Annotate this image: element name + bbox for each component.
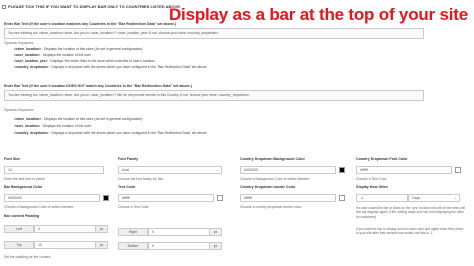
font-size-label: Font Size (4, 157, 20, 161)
country-dropdown-font-label: Country Dropdown Font Color (356, 157, 408, 161)
country-dropdown-bg-swatch[interactable] (339, 167, 345, 173)
country-dropdown-font-input[interactable]: #ffffff (356, 166, 452, 174)
padding-right-unit: px (210, 228, 222, 236)
bar-background-color-swatch[interactable] (103, 195, 109, 201)
country-dropdown-font-swatch[interactable] (455, 167, 461, 173)
bar-background-color-label: Bar Background Color (4, 185, 43, 189)
country-dropdown-border-label: Country Dropdown border Color (240, 185, 296, 189)
text-color-input[interactable]: #ffffff (118, 194, 214, 202)
display-only-listed-countries-label: PLEASE TICK THIS IF YOU WANT TO DISPLAY … (8, 4, 181, 9)
bar-text-nomatch-textarea[interactable]: You are viewing our <store_location> sto… (4, 90, 424, 101)
display-only-listed-countries-checkbox[interactable] (2, 4, 6, 9)
keyword-user-location: <user_location> : Displays the location … (14, 53, 92, 57)
bar-padding-label: Bar content Padding (4, 214, 40, 218)
country-dropdown-bg-label: Country Dropdown Background Color (240, 157, 305, 161)
padding-bottom-input[interactable]: 0 (148, 242, 210, 250)
font-family-select[interactable]: Arial ⌄ (118, 166, 222, 174)
padding-left-unit: px (96, 225, 108, 233)
chevron-down-icon: ⌄ (453, 195, 457, 200)
font-size-help: Enter the font size in pixels. (4, 177, 46, 181)
bar-background-color-help: Choose a Background Color of select elem… (4, 205, 75, 209)
padding-left-input[interactable]: 0 (34, 225, 96, 233)
keyword-country-dropdown: <country_dropdown> : Displays a dropdown… (14, 65, 208, 69)
keyword-user-location: <user_location> : Displays the location … (14, 124, 92, 128)
display-how-often-help-2: If you want the bar to display once for … (356, 227, 464, 236)
text-color-help: Choose a Text Color. (118, 205, 150, 209)
padding-right-label: Right (118, 228, 148, 236)
country-dropdown-bg-input[interactable]: #000000 (240, 166, 336, 174)
bar-padding-help: Set the padding for the content. (4, 255, 52, 259)
font-family-label: Font Family (118, 157, 139, 161)
bar-background-color-input[interactable]: #000000 (4, 194, 100, 202)
country-dropdown-font-help: Choose a Text Color. (356, 177, 388, 181)
keyword-store-location: <store_location> : Displays the location… (14, 117, 144, 121)
dynamic-keywords-label: Dynamic Keywords: (4, 41, 34, 45)
display-how-often-unit-select[interactable]: Days ⌄ (408, 194, 460, 202)
country-dropdown-border-swatch[interactable] (339, 195, 345, 201)
display-how-often-help: If a user closes the bar or clicks on th… (356, 206, 466, 219)
font-family-help: Choose the font family for Bar. (118, 177, 164, 181)
font-size-input[interactable]: 14 (4, 166, 104, 174)
chevron-down-icon: ⌄ (215, 167, 219, 172)
keyword-store-location: <store_location> : Displays the location… (14, 47, 144, 51)
banner-annotation: Display as a bar at the top of your site (168, 5, 468, 24)
display-how-often-label: Display How Often (356, 185, 388, 189)
display-only-listed-countries-row: PLEASE TICK THIS IF YOU WANT TO DISPLAY … (2, 4, 181, 9)
bar-text-nomatch-label: Enter Bar Text (If the user's location D… (4, 84, 192, 88)
bar-text-match-textarea[interactable]: You are viewing our <store_location> sto… (4, 28, 424, 39)
dynamic-keywords-label: Dynamic Keywords: (4, 108, 34, 112)
padding-bottom-label: Bottom (118, 242, 148, 250)
keyword-user-location-yes: <user_location_yes> : Displays Yes which… (14, 59, 156, 63)
padding-bottom-unit: px (210, 242, 222, 250)
text-color-label: Text Color (118, 185, 136, 189)
padding-top-label: Top (4, 241, 34, 249)
padding-top-unit: px (96, 241, 108, 249)
country-dropdown-border-help: Choose a country dropdown border color. (240, 205, 303, 209)
padding-right-input[interactable]: 0 (148, 228, 210, 236)
bar-text-match-label: Enter Bar Text (If the user's location m… (4, 22, 177, 26)
keyword-country-dropdown: <country_dropdown> : Displays a dropdown… (14, 131, 208, 135)
text-color-swatch[interactable] (217, 195, 223, 201)
padding-top-input[interactable]: 10 (34, 241, 96, 249)
country-dropdown-bg-help: Choose a Background Color of select elem… (240, 177, 311, 181)
padding-left-label: Left (4, 225, 34, 233)
country-dropdown-border-input[interactable]: #ffffff (240, 194, 336, 202)
display-how-often-input[interactable]: -1 (356, 194, 408, 202)
